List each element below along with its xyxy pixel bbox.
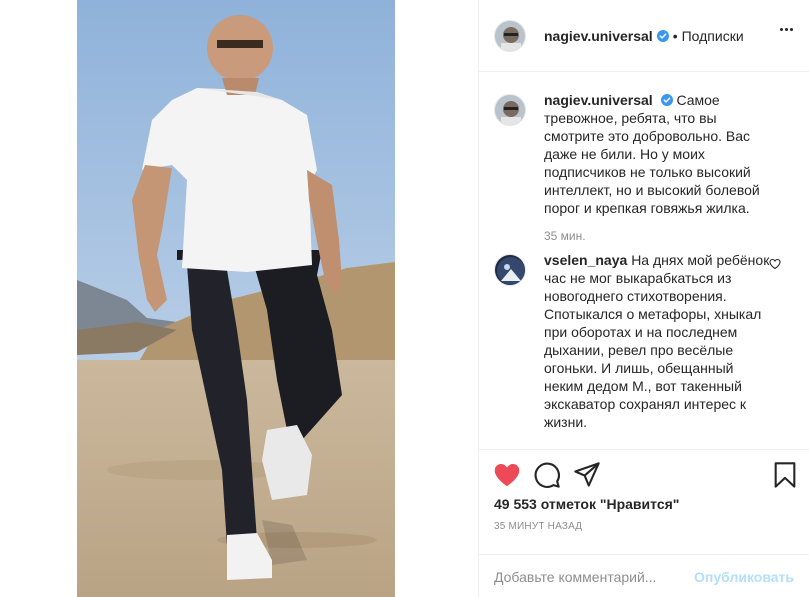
- paper-plane-icon[interactable]: [573, 461, 601, 489]
- avatar[interactable]: [494, 19, 526, 52]
- more-options-icon[interactable]: [780, 28, 796, 32]
- like-comment-heart-icon[interactable]: [769, 258, 781, 270]
- comment-body: vselen_naya На днях мой ребёнок час не м…: [544, 251, 776, 431]
- following-button[interactable]: Подписки: [682, 28, 744, 44]
- post-sidebar: nagiev.universal • Подписки nagiev.unive…: [478, 0, 809, 597]
- avatar[interactable]: [494, 94, 526, 126]
- verified-badge-icon: [660, 94, 673, 106]
- action-icons-row: [493, 461, 798, 489]
- post-media-pane: [0, 0, 478, 597]
- comment-body: nagiev.universal Самое тревожное, ребята…: [544, 91, 776, 243]
- likes-count[interactable]: 49 553 отметок "Нравится": [494, 496, 679, 512]
- avatar-image: [495, 20, 525, 51]
- header-separator: •: [672, 27, 678, 44]
- header-username[interactable]: nagiev.universal: [544, 28, 653, 44]
- avatar[interactable]: [494, 254, 526, 286]
- heart-filled-icon[interactable]: [493, 461, 521, 489]
- caption-comment: nagiev.universal Самое тревожное, ребята…: [494, 91, 794, 243]
- comment-bubble-icon[interactable]: [533, 461, 561, 489]
- post-header: nagiev.universal • Подписки: [479, 0, 809, 72]
- publish-button[interactable]: Опубликовать: [694, 569, 794, 585]
- bookmark-icon[interactable]: [771, 461, 799, 489]
- list-item: vselen_naya На днях мой ребёнок час не м…: [494, 251, 794, 431]
- comment-username[interactable]: vselen_naya: [544, 252, 627, 268]
- post-photo-image: [77, 0, 395, 597]
- comment-text: Самое тревожное, ребята, что вы смотрите…: [544, 92, 760, 216]
- post-actions: 49 553 отметок "Нравится" 35 минут назад…: [479, 449, 809, 597]
- comments-list[interactable]: nagiev.universal Самое тревожное, ребята…: [479, 73, 809, 449]
- verified-badge-icon: [656, 29, 669, 42]
- add-comment-section: Опубликовать: [479, 554, 809, 597]
- avatar-image: [495, 95, 525, 125]
- post-timestamp[interactable]: 35 минут назад: [494, 521, 582, 532]
- avatar-image: [495, 255, 525, 285]
- comment-text: На днях мой ребёнок час не мог выкарабка…: [544, 252, 770, 430]
- post-photo[interactable]: [77, 0, 395, 597]
- comment-time[interactable]: 35 мин.: [544, 229, 776, 243]
- comment-username[interactable]: nagiev.universal: [544, 92, 653, 108]
- comment-input[interactable]: [494, 568, 695, 585]
